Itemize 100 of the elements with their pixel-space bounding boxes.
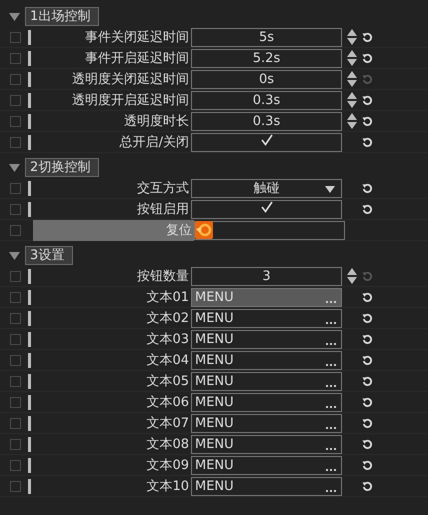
text-field[interactable]: MENU — [191, 330, 342, 348]
number-field[interactable]: 0s — [191, 70, 342, 88]
section-title[interactable]: 3设置 — [25, 246, 74, 265]
check-icon — [260, 201, 274, 213]
section-title[interactable]: 2切换控制 — [25, 158, 100, 177]
spinner-icon[interactable] — [347, 50, 357, 66]
property-label: 交互方式 — [136, 180, 190, 197]
property-label: 事件开启延迟时间 — [84, 50, 190, 67]
dropdown[interactable]: 触碰 — [191, 178, 342, 198]
row-marker — [28, 458, 31, 472]
number-field[interactable]: 0.3s — [191, 90, 342, 110]
number-field[interactable]: 5.2s — [191, 48, 342, 68]
ellipsis-icon[interactable] — [326, 448, 336, 450]
ellipsis-icon[interactable] — [326, 468, 336, 472]
property-label: 文本03 — [145, 331, 190, 348]
row-checkbox[interactable] — [10, 312, 21, 324]
row-marker — [28, 352, 31, 368]
row-checkbox[interactable] — [10, 94, 21, 106]
property-label: 总开启/关闭 — [118, 134, 190, 151]
row-marker — [28, 374, 31, 388]
property-label: 透明度时长 — [123, 113, 190, 130]
ellipsis-icon[interactable] — [326, 384, 336, 388]
row-checkbox[interactable] — [10, 292, 21, 302]
row-checkbox[interactable] — [10, 396, 21, 408]
ellipsis-icon[interactable] — [326, 364, 336, 366]
property-label: 透明度关闭延迟时间 — [71, 71, 190, 88]
checkbox[interactable] — [191, 200, 342, 218]
property-label: 文本10 — [145, 478, 190, 495]
row-marker — [28, 478, 31, 494]
row-checkbox[interactable] — [10, 334, 21, 344]
ellipsis-icon[interactable] — [326, 342, 336, 346]
spinner-icon[interactable] — [347, 29, 357, 45]
property-label: 按钮启用 — [136, 201, 190, 218]
number-field[interactable]: 3 — [191, 266, 342, 286]
row-marker — [28, 332, 31, 346]
row-checkbox[interactable] — [10, 354, 21, 366]
checkbox[interactable] — [191, 132, 342, 152]
check-icon — [260, 134, 274, 146]
caret-icon[interactable] — [325, 186, 335, 192]
row-checkbox[interactable] — [10, 182, 21, 194]
row-checkbox[interactable] — [10, 136, 21, 148]
row-marker — [28, 310, 31, 326]
text-field[interactable]: MENU — [191, 350, 342, 370]
property-label: 文本04 — [145, 352, 190, 369]
row-marker — [28, 394, 31, 410]
row-checkbox[interactable] — [10, 224, 21, 236]
property-label: 文本05 — [145, 373, 190, 390]
text-field[interactable]: MENU — [191, 476, 342, 496]
row-marker — [28, 268, 31, 284]
row-checkbox[interactable] — [10, 480, 21, 492]
row-checkbox[interactable] — [10, 418, 21, 428]
row-checkbox[interactable] — [10, 74, 21, 84]
property-label: 按钮数量 — [136, 268, 190, 285]
text-field[interactable]: MENU — [191, 434, 342, 454]
property-label: 文本09 — [145, 457, 190, 474]
row-checkbox[interactable] — [10, 32, 21, 42]
ellipsis-icon[interactable] — [326, 490, 336, 492]
ellipsis-icon[interactable] — [326, 426, 336, 430]
collapse-icon[interactable] — [9, 252, 20, 260]
text-field[interactable]: MENU — [191, 414, 342, 432]
text-field[interactable]: MENU — [191, 372, 342, 390]
property-label: 事件关闭延迟时间 — [84, 29, 190, 46]
property-label: 文本08 — [145, 436, 190, 453]
row-marker — [28, 50, 31, 66]
row-marker — [28, 30, 31, 44]
property-label: 文本01 — [145, 289, 190, 306]
row-marker — [28, 72, 31, 86]
row-checkbox[interactable] — [10, 438, 21, 450]
row-marker — [28, 92, 31, 108]
spinner-icon[interactable] — [347, 71, 357, 87]
property-label: 透明度开启延迟时间 — [71, 92, 190, 109]
row-checkbox[interactable] — [10, 116, 21, 126]
spinner-icon[interactable] — [347, 113, 357, 129]
row-checkbox[interactable] — [10, 270, 21, 282]
collapse-icon[interactable] — [9, 164, 20, 172]
property-label: 文本07 — [145, 415, 190, 432]
row-marker — [28, 180, 31, 196]
row-marker — [28, 134, 31, 150]
collapse-icon[interactable] — [9, 12, 20, 20]
row-checkbox[interactable] — [10, 204, 21, 214]
reset-label[interactable]: 复位 — [33, 220, 194, 240]
section-title[interactable]: 1出场控制 — [25, 7, 100, 26]
text-field[interactable]: MENU — [191, 308, 342, 328]
row-marker — [28, 290, 31, 304]
row-checkbox[interactable] — [10, 52, 21, 64]
text-field[interactable]: MENU — [191, 288, 342, 306]
row-checkbox[interactable] — [10, 376, 21, 386]
ellipsis-icon[interactable] — [326, 406, 336, 408]
text-field[interactable]: MENU — [191, 392, 342, 412]
ellipsis-icon[interactable] — [326, 322, 336, 324]
spinner-icon[interactable] — [347, 92, 357, 108]
row-marker — [28, 114, 31, 128]
row-marker — [28, 436, 31, 452]
ellipsis-icon[interactable] — [326, 300, 336, 304]
number-field[interactable]: 5s — [191, 28, 342, 46]
number-field[interactable]: 0.3s — [191, 112, 342, 130]
spinner-icon[interactable] — [347, 268, 357, 284]
row-checkbox[interactable] — [10, 460, 21, 470]
text-field[interactable]: MENU — [191, 456, 342, 474]
row-marker — [28, 202, 31, 216]
